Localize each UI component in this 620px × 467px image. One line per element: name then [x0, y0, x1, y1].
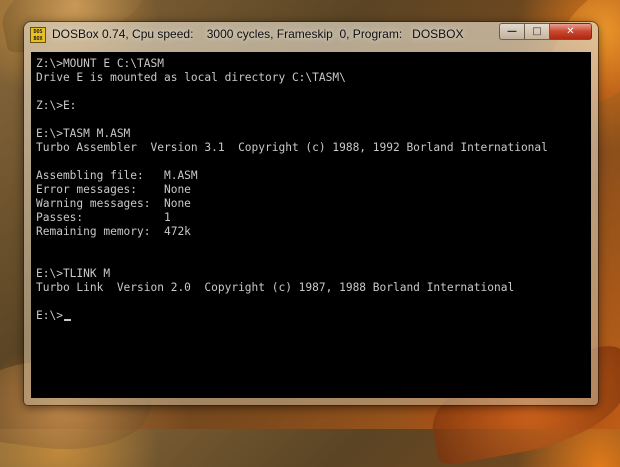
- console-line: Turbo Assembler Version 3.1 Copyright (c…: [36, 141, 548, 154]
- console-prompt: E:\>: [36, 309, 63, 322]
- window-title: DOSBox 0.74, Cpu speed: 3000 cycles, Fra…: [52, 27, 464, 41]
- minimize-button[interactable]: —: [499, 23, 525, 40]
- console-line: Warning messages: None: [36, 197, 191, 210]
- console-line: Remaining memory: 472k: [36, 225, 191, 238]
- console-line: Drive E is mounted as local directory C:…: [36, 71, 346, 84]
- console-line: Error messages: None: [36, 183, 191, 196]
- minimize-icon: —: [507, 26, 517, 37]
- text-cursor: [63, 319, 71, 321]
- dosbox-window[interactable]: DOS BOX DOSBox 0.74, Cpu speed: 3000 cyc…: [24, 22, 598, 405]
- console-line: Turbo Link Version 2.0 Copyright (c) 198…: [36, 281, 515, 294]
- dos-console[interactable]: Z:\>MOUNT E C:\TASM Drive E is mounted a…: [31, 52, 591, 398]
- window-controls: — □ ✕: [499, 23, 592, 41]
- console-line: Assembling file: M.ASM: [36, 169, 198, 182]
- console-line: Passes: 1: [36, 211, 171, 224]
- console-prompt-line[interactable]: E:\>: [31, 309, 591, 323]
- close-button[interactable]: ✕: [550, 23, 592, 40]
- console-line: E:\>TASM M.ASM: [36, 127, 131, 140]
- console-line: E:\>TLINK M: [36, 267, 111, 280]
- console-line: Z:\>E:: [36, 99, 77, 112]
- dosbox-icon[interactable]: DOS BOX: [30, 27, 46, 43]
- console-line: Z:\>MOUNT E C:\TASM: [36, 57, 164, 70]
- maximize-button[interactable]: □: [525, 23, 550, 40]
- close-icon: ✕: [566, 26, 575, 37]
- window-titlebar[interactable]: DOS BOX DOSBox 0.74, Cpu speed: 3000 cyc…: [24, 22, 598, 47]
- maximize-icon: □: [532, 26, 542, 37]
